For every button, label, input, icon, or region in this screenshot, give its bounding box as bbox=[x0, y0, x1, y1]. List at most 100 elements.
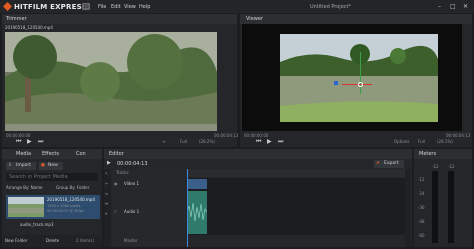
viewer-play-icon[interactable]: ▶ bbox=[267, 138, 272, 145]
tracks-header: Tracks bbox=[112, 169, 186, 177]
new-label: New bbox=[48, 163, 58, 168]
viewer-panel: Viewer bbox=[240, 14, 472, 145]
meters-panel: Meters -12 -12 -12 -24 -36 -48 -60 bbox=[414, 149, 472, 247]
tab-effects[interactable]: Effects bbox=[42, 151, 59, 157]
editor-play-icon[interactable]: ▶ bbox=[107, 160, 111, 166]
tab-meters[interactable]: Meters bbox=[419, 151, 436, 157]
arrange-by-dropdown[interactable]: Arrange By: Name bbox=[6, 185, 42, 190]
playhead[interactable] bbox=[187, 169, 188, 247]
slice-tool-icon[interactable]: ✂ bbox=[105, 181, 108, 186]
meter-scale-24: -24 bbox=[418, 191, 425, 196]
title-bar: HITFILM EXPRESS 10 File Edit View Help U… bbox=[0, 0, 474, 13]
video-clip[interactable] bbox=[187, 179, 207, 189]
new-button[interactable]: ● New bbox=[39, 162, 63, 170]
audio-track-name: Audio 1 bbox=[124, 209, 140, 214]
tracks-label: Tracks bbox=[116, 170, 129, 175]
viewer-view-mode[interactable]: Full bbox=[418, 139, 425, 144]
audio-clip[interactable] bbox=[186, 191, 208, 234]
editor-timecode: 00:00:04:13 bbox=[117, 161, 148, 167]
media-item-count: 2 item(s) bbox=[76, 238, 95, 243]
viewer-frame-image bbox=[280, 34, 438, 122]
audio-track-speaker-icon[interactable]: ♪ bbox=[114, 209, 117, 214]
gizmo-z-handle[interactable] bbox=[334, 81, 338, 85]
timeline-ruler[interactable] bbox=[187, 169, 405, 177]
meter-right-value: -12 bbox=[448, 164, 455, 169]
export-label: Export bbox=[384, 161, 399, 166]
step-forward-icon[interactable]: ⏭ bbox=[38, 138, 43, 146]
editor-header: Editor bbox=[104, 149, 412, 159]
media-panel: Media Effects Con ⇩ Import ● New Search … bbox=[2, 149, 102, 247]
trimmer-zoom[interactable]: (28.2%) bbox=[199, 139, 215, 144]
tab-controls[interactable]: Con bbox=[76, 151, 86, 157]
meters-header: Meters bbox=[414, 149, 472, 159]
meter-left-bar bbox=[432, 171, 438, 243]
tab-viewer[interactable]: Viewer bbox=[246, 16, 263, 22]
meter-scale-60: -60 bbox=[418, 233, 425, 238]
export-button[interactable]: ⬈ Export bbox=[374, 160, 404, 168]
delete-button[interactable]: Delete bbox=[46, 238, 59, 243]
editor-panel: Editor ▶ 00:00:04:13 ⬈ Export ↖ ✂ ⇔ ⇹ ⌖ … bbox=[104, 149, 412, 247]
trimmer-frame-image bbox=[5, 32, 217, 140]
tab-media[interactable]: Media bbox=[16, 151, 31, 157]
viewer-controls: 00:00:00:00 00:00:04:13 ⏮ ▶ ⏭ Options Fu… bbox=[240, 131, 472, 147]
meter-scale-36: -36 bbox=[418, 205, 425, 210]
document-title: Untitled Project* bbox=[310, 4, 351, 10]
video-track-eye-icon[interactable]: ◉ bbox=[114, 181, 118, 186]
maximize-icon[interactable]: □ bbox=[450, 3, 456, 10]
viewer-canvas[interactable] bbox=[242, 24, 462, 142]
gizmo-y-axis[interactable] bbox=[360, 52, 361, 94]
trimmer-insert-icon[interactable]: ⇥ bbox=[162, 139, 165, 144]
app-logo-text: HITFILM EXPRESS bbox=[14, 3, 87, 11]
media-search-input[interactable]: Search in Project Media bbox=[6, 173, 98, 181]
menu-edit[interactable]: Edit bbox=[111, 4, 121, 10]
viewer-options[interactable]: Options bbox=[394, 139, 409, 144]
step-back-icon[interactable]: ⏮ bbox=[16, 138, 21, 146]
master-track-header: Master bbox=[112, 236, 186, 246]
meter-left-value: -12 bbox=[432, 164, 439, 169]
trimmer-controls: 00:00:00:00 00:00:04:13 ⏮ ▶ ⏭ ⇥ Full (28… bbox=[2, 131, 239, 147]
trimmer-clip-name: 20190518_120540.mp4 bbox=[5, 25, 53, 30]
media-item-audio[interactable]: audio_track.mp3 bbox=[20, 222, 54, 227]
menu-file[interactable]: File bbox=[98, 4, 106, 10]
viewer-step-forward-icon[interactable]: ⏭ bbox=[278, 138, 283, 146]
gizmo-x-axis[interactable] bbox=[342, 84, 372, 85]
tab-editor[interactable]: Editor bbox=[109, 151, 124, 157]
tab-trimmer[interactable]: Trimmer bbox=[6, 16, 27, 22]
slip-tool-icon[interactable]: ⇔ bbox=[105, 191, 108, 196]
ripple-tool-icon[interactable]: ⇹ bbox=[105, 201, 108, 206]
master-track-name: Master bbox=[124, 238, 138, 243]
viewer-zoom[interactable]: (28.1%) bbox=[437, 139, 453, 144]
play-icon[interactable]: ▶ bbox=[27, 138, 32, 145]
audio-track-header[interactable]: ♪ Audio 1 bbox=[112, 191, 186, 235]
audio-waveform bbox=[186, 202, 208, 222]
timeline-tracks bbox=[187, 178, 405, 235]
snap-tool-icon[interactable]: ⌖ bbox=[105, 211, 107, 216]
video-track-header[interactable]: ◉ Video 1 bbox=[112, 178, 186, 190]
minimize-icon[interactable]: – bbox=[438, 3, 441, 10]
editor-toolbar: ↖ ✂ ⇔ ⇹ ⌖ bbox=[104, 169, 111, 247]
import-button[interactable]: ⇩ Import bbox=[6, 162, 36, 170]
trimmer-view-mode[interactable]: Full bbox=[180, 139, 187, 144]
menu-view[interactable]: View bbox=[124, 4, 136, 10]
media-item-thumbnail bbox=[8, 197, 44, 217]
new-folder-button[interactable]: New Folder bbox=[5, 238, 27, 243]
trimmer-header: Trimmer bbox=[2, 14, 237, 24]
trimmer-timecode-end: 00:00:04:13 bbox=[214, 133, 239, 138]
close-icon[interactable]: ✕ bbox=[463, 3, 468, 10]
anchor-point-handle[interactable] bbox=[358, 82, 363, 87]
media-footer: New Folder Delete 2 item(s) bbox=[2, 235, 102, 247]
hitfilm-logo-icon bbox=[3, 2, 12, 11]
select-tool-icon[interactable]: ↖ bbox=[105, 171, 108, 176]
editor-scrollbar[interactable] bbox=[405, 169, 411, 247]
export-icon: ⬈ bbox=[376, 161, 380, 166]
trimmer-video bbox=[5, 32, 217, 140]
meter-right-bar bbox=[448, 171, 454, 243]
menu-help[interactable]: Help bbox=[139, 4, 150, 10]
viewer-step-back-icon[interactable]: ⏮ bbox=[256, 138, 261, 146]
media-item-selected[interactable]: 20190518_120540.mp4 1920 x 1080 pixels 0… bbox=[6, 195, 100, 219]
meter-scale-12: -12 bbox=[418, 177, 425, 182]
media-item-resolution: 1920 x 1080 pixels bbox=[47, 204, 81, 208]
import-icon: ⇩ bbox=[8, 163, 12, 168]
import-label: Import bbox=[16, 163, 31, 168]
group-by-dropdown[interactable]: Group By: Folder bbox=[56, 185, 89, 190]
